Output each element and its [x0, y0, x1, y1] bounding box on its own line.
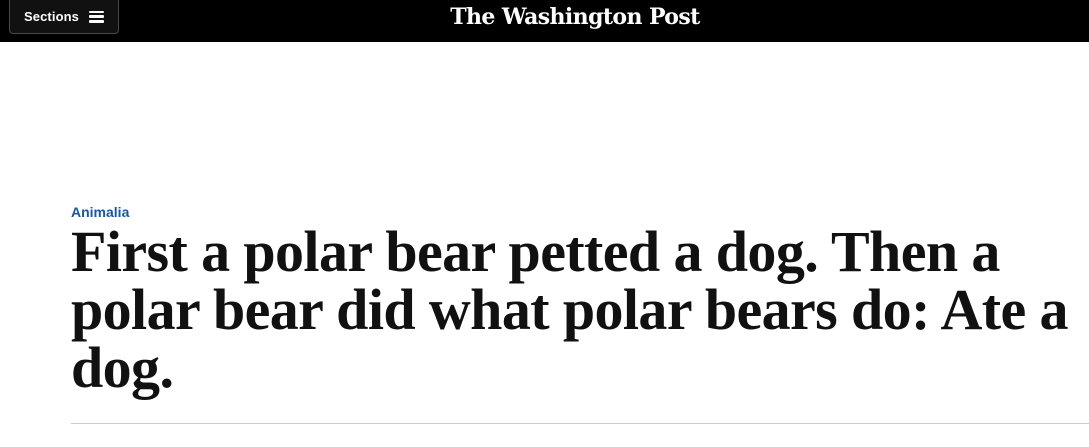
article-headline: First a polar bear petted a dog. Then a … [71, 219, 1069, 400]
headline-divider [71, 423, 1089, 424]
top-nav-bar: Sections The Washington Post [0, 0, 1089, 42]
site-logo[interactable]: The Washington Post [0, 0, 1089, 34]
section-kicker-link[interactable]: Animalia [71, 204, 129, 220]
